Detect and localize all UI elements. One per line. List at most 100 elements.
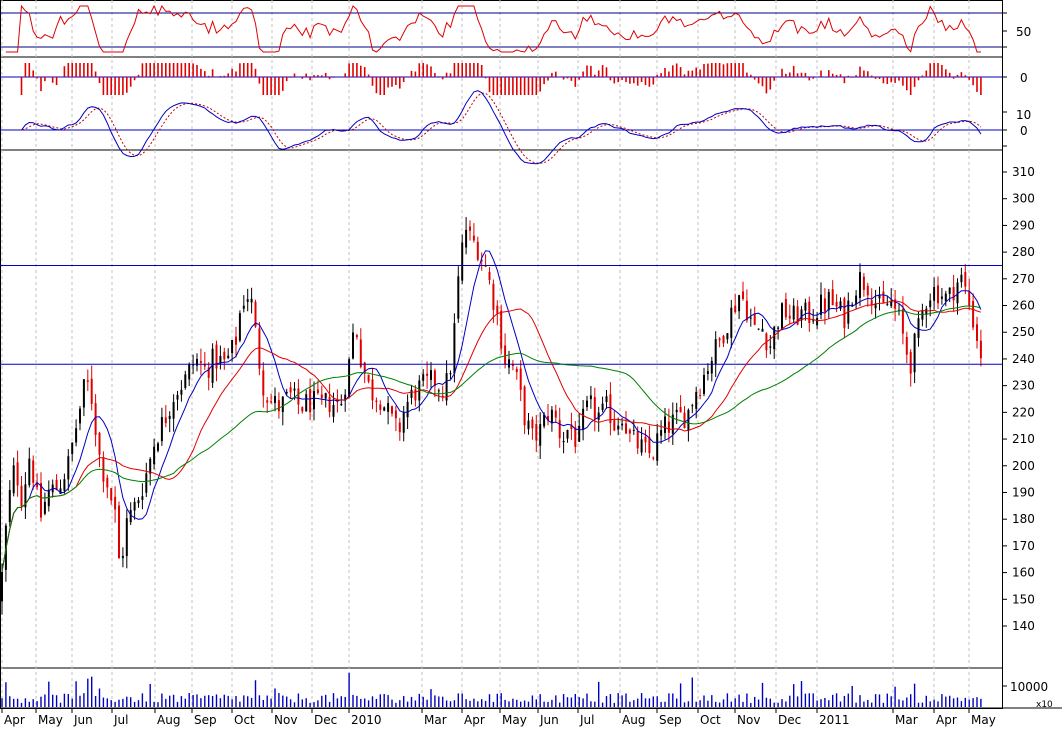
candle-body: [609, 394, 612, 424]
price-tick-label: 200: [1012, 459, 1035, 473]
candle-body: [933, 287, 936, 301]
candle-body: [640, 439, 643, 453]
candle-body: [188, 364, 191, 380]
candle-body: [960, 274, 963, 283]
candle-body: [293, 388, 296, 391]
candle-body: [488, 271, 491, 281]
candle-body: [301, 407, 304, 412]
candle-body: [699, 395, 702, 397]
x-tick-label: Jul: [113, 713, 128, 727]
candle-body: [437, 390, 440, 392]
candle-body: [114, 496, 117, 510]
candle-body: [558, 420, 561, 439]
candle-body: [492, 283, 495, 310]
candle-body: [352, 332, 354, 359]
candle-body: [515, 368, 518, 373]
candle-body: [28, 458, 31, 486]
price-tick-label: 220: [1012, 405, 1035, 419]
candle-body: [714, 339, 717, 365]
candle-body: [710, 360, 713, 374]
candle-body: [800, 309, 803, 321]
candle-body: [496, 305, 499, 314]
price-tick-label: 160: [1012, 566, 1035, 580]
candle-body: [695, 392, 698, 409]
candle-body: [309, 389, 312, 413]
candle-body: [605, 396, 608, 403]
candle-body: [621, 423, 624, 426]
candle-body: [636, 431, 639, 449]
x-tick-label: May: [971, 713, 996, 727]
candle-body: [75, 428, 78, 443]
candle-body: [644, 436, 647, 443]
candle-body: [979, 340, 982, 359]
candle-body: [745, 300, 748, 321]
candle-body: [523, 386, 526, 426]
candle-body: [625, 423, 627, 434]
candle-body: [882, 291, 885, 303]
candle-body: [804, 302, 807, 311]
candle-body: [761, 328, 764, 332]
x-tick-label: Jul: [579, 713, 594, 727]
candle-body: [1, 571, 3, 602]
candle-body: [582, 408, 585, 430]
candle-body: [508, 359, 510, 368]
price-tick-label: 210: [1012, 432, 1035, 446]
candle-body: [316, 389, 319, 393]
candle-body: [866, 285, 869, 296]
candle-body: [788, 315, 791, 319]
candle-body: [430, 370, 432, 380]
candle-body: [406, 401, 409, 418]
macd-panel: [0, 90, 1002, 165]
candle-body: [359, 339, 362, 368]
candle-body: [901, 309, 904, 334]
price-panel: [0, 217, 1002, 615]
candle-body: [527, 420, 530, 430]
gridlines: [1, 0, 970, 708]
candle-body: [734, 305, 737, 313]
candle-body: [593, 397, 596, 419]
candle-body: [679, 407, 682, 413]
x-axis: Apr May Jun Jul Aug Sep Oct Nov Dec 2010 Mar Apr May…: [1, 708, 996, 727]
candle-body: [827, 291, 830, 311]
candle-body: [383, 407, 386, 411]
candle-body: [613, 420, 616, 431]
price-tick-label: 290: [1012, 218, 1035, 232]
candle-body: [816, 317, 819, 326]
candle-body: [913, 333, 916, 373]
candle-body: [617, 425, 620, 430]
candle-body: [664, 416, 666, 434]
candle-body: [531, 419, 534, 429]
candle-body: [32, 460, 35, 483]
candle-body: [457, 276, 460, 319]
volume-panel: [1, 672, 982, 707]
candle-body: [667, 421, 670, 433]
candle-body: [231, 340, 234, 354]
candle-body: [133, 501, 136, 511]
x-tick-label: Oct: [234, 713, 255, 727]
candle-body: [242, 305, 245, 309]
price-tick-label: 150: [1012, 592, 1035, 606]
moving-average-line: [1, 300, 982, 572]
price-tick-label: 310: [1012, 165, 1035, 179]
moving-average-line: [1, 250, 982, 572]
candle-body: [554, 410, 557, 418]
price-tick-label: 270: [1012, 272, 1035, 286]
candle-body: [20, 485, 23, 506]
candle-body: [145, 473, 148, 493]
candle-body: [180, 389, 183, 395]
candle-body: [297, 388, 300, 405]
x-tick-label: Mar: [895, 713, 918, 727]
candle-body: [648, 437, 651, 454]
price-tick-label: 170: [1012, 539, 1035, 553]
candle-body: [328, 396, 331, 413]
price-tick-label: 260: [1012, 299, 1035, 313]
candle-body: [909, 351, 912, 374]
x-tick-label: Nov: [737, 713, 760, 727]
candle-body: [137, 500, 140, 504]
x-tick-label: Jun: [539, 713, 559, 727]
candle-body: [660, 430, 663, 436]
candle-body: [718, 338, 721, 341]
candle-body: [550, 409, 553, 424]
candle-body: [313, 391, 315, 410]
oscillator-panel: [0, 4, 1002, 53]
